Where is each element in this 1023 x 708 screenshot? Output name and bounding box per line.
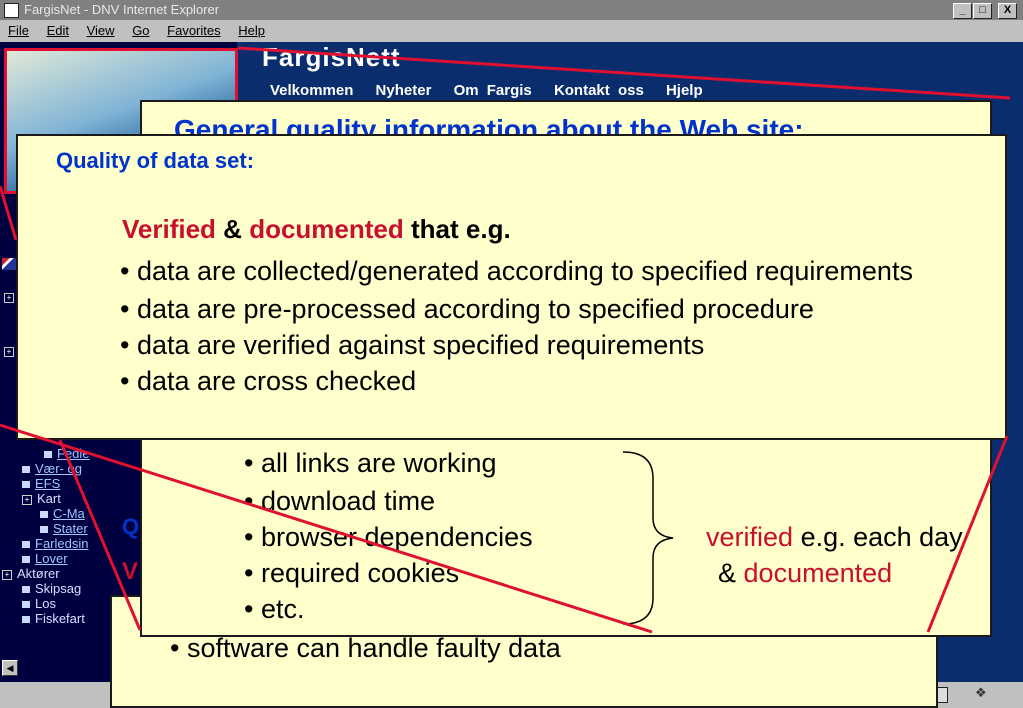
callout-line — [0, 185, 18, 241]
callout-lines — [0, 46, 1011, 634]
callout-line — [926, 435, 1009, 633]
callout-line — [58, 439, 142, 631]
callout-line — [237, 46, 1011, 100]
